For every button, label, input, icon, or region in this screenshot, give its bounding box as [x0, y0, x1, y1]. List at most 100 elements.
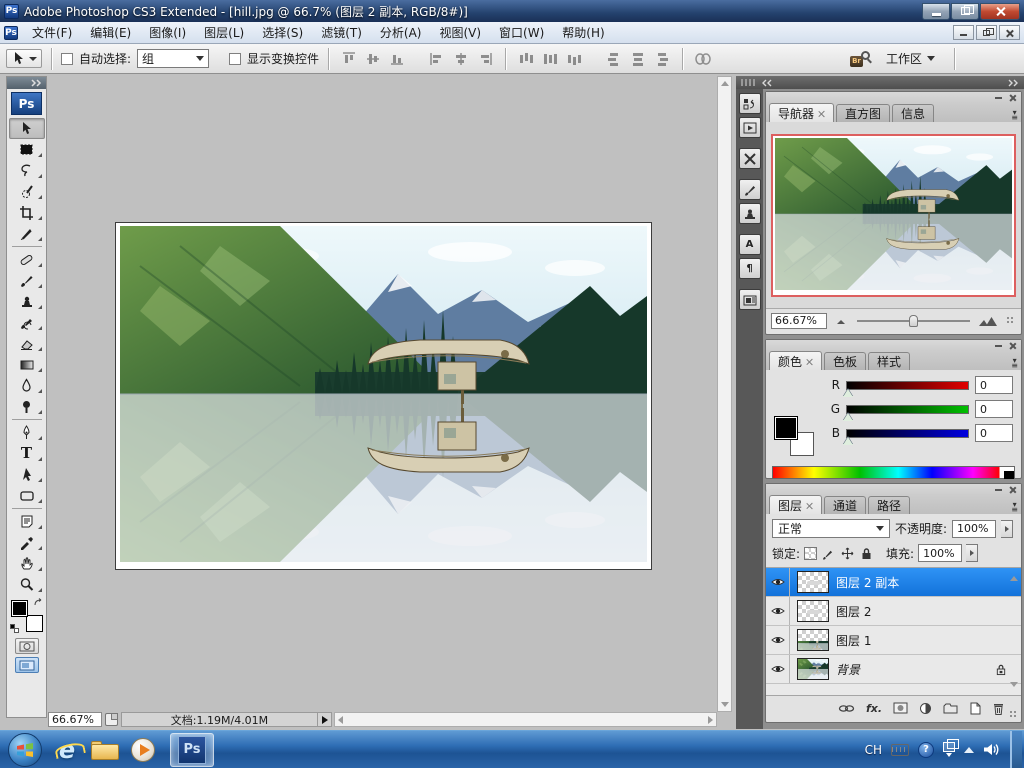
show-hidden-icons-button[interactable] — [964, 746, 974, 753]
show-desktop-button[interactable] — [1010, 730, 1022, 768]
distribute-right-edges-button[interactable] — [651, 49, 673, 69]
rectangular-marquee-tool[interactable] — [9, 139, 45, 160]
layer-name[interactable]: 背景 — [836, 661, 860, 678]
layer-style-icon[interactable]: fx. — [866, 702, 882, 715]
opacity-flyout-button[interactable] — [1001, 519, 1014, 538]
layer-row-layer2-copy[interactable]: 图层 2 副本 — [766, 568, 1021, 597]
taskbar-media-player[interactable] — [124, 733, 162, 767]
clone-source-panel-button[interactable] — [738, 203, 761, 224]
tab-close-icon[interactable] — [818, 110, 825, 117]
menu-analysis[interactable]: 分析(A) — [371, 22, 431, 43]
tab-info[interactable]: 信息 — [892, 104, 935, 122]
delete-layer-icon[interactable] — [992, 702, 1005, 715]
layer-comps-panel-button[interactable] — [738, 289, 761, 310]
start-button[interactable] — [8, 732, 42, 767]
panel-minimize-icon[interactable] — [994, 342, 1003, 350]
clone-stamp-tool[interactable] — [9, 291, 45, 312]
lock-pixels-icon[interactable] — [821, 546, 836, 560]
notes-tool[interactable] — [9, 511, 45, 532]
actions-panel-button[interactable] — [738, 117, 761, 138]
pen-tool[interactable] — [9, 422, 45, 443]
link-layers-icon[interactable] — [838, 703, 855, 714]
panel-menu-icon[interactable]: ▾ ≡ — [1011, 501, 1018, 514]
blue-value-input[interactable]: 0 — [975, 424, 1013, 442]
status-zoom-input[interactable]: 66.67% — [48, 712, 102, 727]
tab-styles[interactable]: 样式 — [868, 352, 911, 370]
foreground-color-swatch[interactable] — [774, 416, 798, 440]
auto-select-checkbox[interactable] — [61, 52, 73, 65]
language-indicator[interactable]: CH — [865, 743, 882, 757]
zoom-out-icon[interactable] — [835, 316, 849, 325]
resize-grip-icon[interactable] — [1009, 710, 1019, 720]
scroll-down-icon[interactable] — [1009, 682, 1018, 687]
layer-list-scrollbar[interactable] — [1008, 572, 1019, 691]
lasso-tool[interactable] — [9, 160, 45, 181]
expand-right-chevrons-icon[interactable] — [1008, 79, 1019, 87]
new-group-icon[interactable] — [943, 702, 958, 714]
layer-row-layer1[interactable]: 图层 1 — [766, 626, 1021, 655]
workspace-button[interactable]: 工作区 — [880, 48, 941, 69]
history-panel-button[interactable] — [738, 93, 761, 114]
fill-flyout-button[interactable] — [966, 544, 979, 562]
green-slider[interactable] — [843, 404, 969, 421]
blue-slider-thumb[interactable] — [843, 436, 853, 445]
healing-brush-tool[interactable] — [9, 249, 45, 270]
paragraph-panel-button[interactable]: ¶ — [738, 258, 761, 279]
layer-thumbnail[interactable] — [797, 600, 829, 622]
eraser-tool[interactable] — [9, 333, 45, 354]
visibility-toggle[interactable] — [766, 626, 790, 654]
visibility-toggle[interactable] — [766, 655, 790, 683]
add-layer-mask-icon[interactable] — [893, 702, 908, 714]
eyedropper-tool[interactable] — [9, 532, 45, 553]
tool-preset-picker[interactable] — [6, 49, 42, 68]
tray-window-menu[interactable] — [943, 739, 959, 757]
distribute-left-edges-button[interactable] — [603, 49, 625, 69]
foreground-color-swatch[interactable] — [10, 600, 28, 617]
panel-close-icon[interactable] — [1008, 342, 1017, 350]
color-spectrum-ramp[interactable] — [772, 466, 1015, 479]
layer-name[interactable]: 图层 1 — [836, 632, 871, 649]
distribute-bottom-edges-button[interactable] — [563, 49, 585, 69]
character-panel-button[interactable]: A — [738, 234, 761, 255]
opacity-input[interactable]: 100% — [952, 519, 997, 538]
auto-select-dropdown[interactable]: 组 — [137, 49, 210, 68]
tool-presets-panel-button[interactable] — [738, 148, 761, 169]
blur-tool[interactable] — [9, 375, 45, 396]
quick-selection-tool[interactable] — [9, 181, 45, 202]
navigator-zoom-slider[interactable] — [857, 314, 970, 328]
scroll-right-icon[interactable] — [708, 715, 713, 724]
layer-row-layer2[interactable]: 图层 2 — [766, 597, 1021, 626]
history-brush-tool[interactable] — [9, 312, 45, 333]
align-top-edges-button[interactable] — [338, 49, 360, 69]
taskbar-photoshop-active[interactable]: Ps — [170, 732, 214, 767]
restore-button[interactable] — [951, 2, 979, 20]
resize-grip-icon[interactable] — [1006, 315, 1016, 326]
navigator-zoom-input[interactable]: 66.67% — [771, 312, 827, 329]
doc-close-button[interactable] — [999, 25, 1020, 40]
tab-color[interactable]: 颜色 — [769, 351, 823, 370]
tab-close-icon[interactable] — [806, 358, 813, 365]
keyboard-icon[interactable] — [891, 743, 909, 756]
minimize-button[interactable] — [922, 2, 950, 20]
volume-icon[interactable] — [983, 742, 1000, 757]
menu-filter[interactable]: 滤镜(T) — [312, 22, 371, 43]
adjustment-layer-icon[interactable] — [919, 702, 932, 715]
auto-align-layers-button[interactable] — [692, 49, 714, 69]
collapse-left-chevrons-icon[interactable] — [761, 79, 772, 87]
layer-name[interactable]: 图层 2 — [836, 603, 871, 620]
default-colors-icon[interactable] — [9, 624, 19, 633]
scroll-down-icon[interactable] — [720, 702, 729, 707]
align-horizontal-centers-button[interactable] — [450, 49, 472, 69]
tab-paths[interactable]: 路径 — [868, 496, 911, 514]
scroll-left-icon[interactable] — [338, 715, 343, 724]
layer-row-background[interactable]: 背景 — [766, 655, 1021, 684]
align-bottom-edges-button[interactable] — [386, 49, 408, 69]
slice-tool[interactable] — [9, 223, 45, 244]
shape-tool[interactable] — [9, 485, 45, 506]
screen-mode-button[interactable] — [14, 657, 39, 673]
align-left-edges-button[interactable] — [426, 49, 448, 69]
layer-thumbnail[interactable] — [797, 629, 829, 651]
panel-close-icon[interactable] — [1008, 486, 1017, 494]
lock-position-icon[interactable] — [840, 546, 855, 560]
panel-menu-icon[interactable]: ▾ ≡ — [1011, 357, 1018, 370]
